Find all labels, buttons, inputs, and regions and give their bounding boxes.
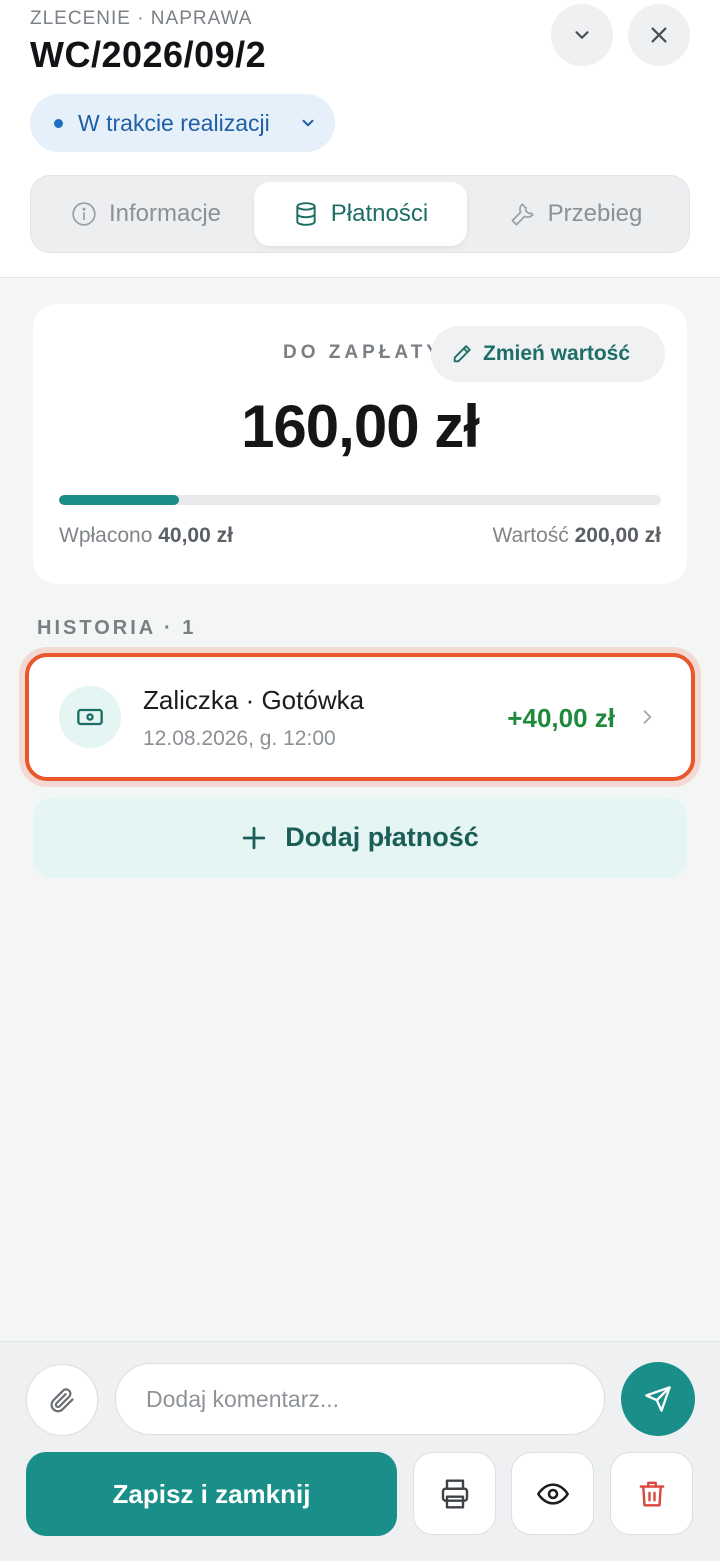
tab-informacje[interactable]: Informacje	[41, 182, 251, 246]
order-header: ZLECENIE · NAPRAWA WC/2026/09/2 W trakci…	[0, 0, 720, 278]
add-payment-button[interactable]: Dodaj płatność	[33, 797, 687, 878]
chevron-down-icon	[575, 31, 589, 39]
send-button[interactable]	[621, 1362, 695, 1436]
paid-summary: Wpłacono 40,00 zł	[59, 524, 233, 548]
status-dot	[54, 119, 63, 128]
tab-bar: Informacje Płatności Przebieg	[30, 175, 690, 253]
plus-icon	[243, 826, 266, 849]
paperclip-icon	[50, 1388, 74, 1413]
attach-button[interactable]	[26, 1364, 98, 1436]
pencil-icon	[453, 345, 471, 363]
save-and-close-button[interactable]: Zapisz i zamknij	[26, 1452, 397, 1536]
order-title: WC/2026/09/2	[30, 34, 267, 75]
total-value-label: Wartość	[492, 524, 569, 547]
tab-label: Przebieg	[547, 200, 643, 227]
add-payment-label: Dodaj płatność	[285, 822, 479, 852]
amount-due: 160,00 zł	[241, 393, 480, 460]
payment-progress-bar	[59, 495, 661, 505]
database-icon	[296, 202, 316, 226]
chevron-right-icon	[643, 710, 652, 724]
history-heading: HISTORIA · 1	[37, 617, 197, 639]
payment-progress-fill	[59, 495, 180, 505]
comment-input[interactable]	[115, 1363, 605, 1435]
send-icon	[645, 1386, 671, 1412]
payment-date: 12.08.2026, g. 12:00	[143, 727, 336, 750]
print-button[interactable]	[413, 1452, 496, 1535]
paid-label: Wpłacono	[59, 524, 153, 547]
print-icon	[441, 1478, 468, 1509]
info-icon	[72, 202, 96, 226]
chevron-down-icon	[302, 119, 314, 127]
tab-platnosci[interactable]: Płatności	[254, 182, 467, 246]
close-icon	[651, 27, 667, 43]
change-value-label: Zmień wartość	[483, 342, 631, 365]
close-button[interactable]	[628, 4, 690, 66]
eye-icon	[536, 1482, 569, 1505]
collapse-button[interactable]	[551, 4, 613, 66]
total-value-summary: Wartość 200,00 zł	[493, 524, 661, 548]
wrench-icon	[511, 203, 534, 226]
payment-amount: +40,00 zł	[507, 703, 615, 733]
status-dropdown[interactable]: W trakcie realizacji	[30, 94, 335, 152]
change-value-button[interactable]: Zmień wartość	[431, 326, 665, 382]
payment-title: Zaliczka · Gotówka	[143, 685, 365, 715]
paid-value: 40,00 zł	[158, 524, 233, 547]
delete-button[interactable]	[610, 1452, 693, 1535]
tab-przebieg[interactable]: Przebieg	[471, 182, 681, 246]
cash-icon	[59, 686, 121, 748]
status-label: W trakcie realizacji	[78, 109, 270, 136]
tab-label: Informacje	[108, 200, 222, 227]
payment-summary-card: DO ZAPŁATY Zmień wartość 160,00 zł Wpłac…	[33, 304, 687, 584]
order-kicker: ZLECENIE · NAPRAWA	[30, 8, 253, 29]
tab-label: Płatności	[330, 200, 429, 227]
preview-button[interactable]	[511, 1452, 594, 1535]
trash-icon	[639, 1481, 664, 1506]
total-value: 200,00 zł	[574, 524, 661, 547]
payment-history-item[interactable]: Zaliczka · Gotówka 12.08.2026, g. 12:00 …	[25, 653, 695, 781]
amount-due-label: DO ZAPŁATY	[283, 342, 443, 363]
footer-toolbar: Zapisz i zamknij	[0, 1341, 720, 1561]
